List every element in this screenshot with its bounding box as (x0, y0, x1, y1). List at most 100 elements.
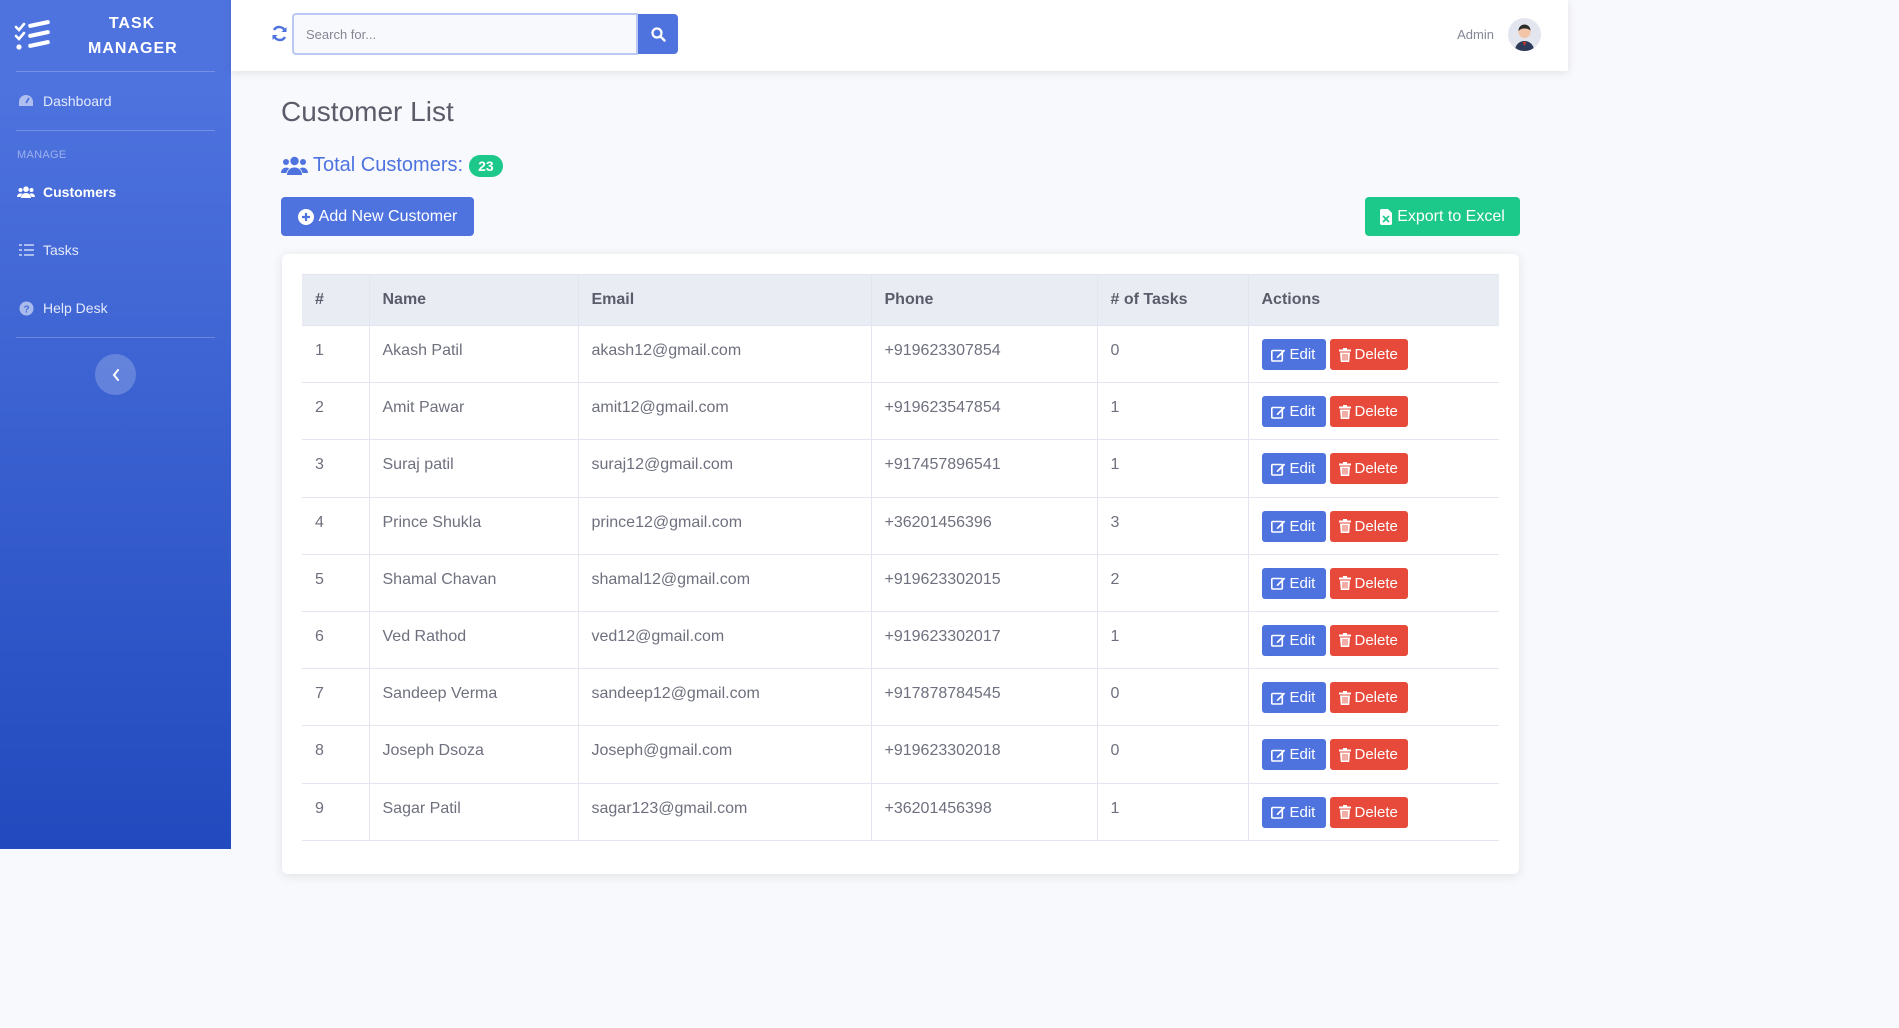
cell-actions: Edit Delete (1248, 554, 1499, 612)
edit-button[interactable]: Edit (1261, 739, 1326, 771)
cell-actions: Edit Delete (1248, 382, 1499, 441)
table-row: 1 Akash Patil akash12@gmail.com +9196233078… (302, 325, 1499, 384)
total-customers-label: Total Customers: (313, 154, 464, 176)
table-row: 5 Shamal Chavan shamal12@gmail.com +9196233… (302, 554, 1499, 612)
brand[interactable]: TASK MANAGER (0, 0, 231, 71)
delete-button[interactable]: Delete (1329, 339, 1408, 370)
edit-icon (1270, 463, 1285, 476)
edit-icon (1270, 692, 1285, 705)
sidebar-item-customers[interactable]: Customers (0, 163, 231, 221)
edit-button[interactable]: Edit (1261, 510, 1326, 542)
delete-label: Delete (1354, 631, 1398, 649)
file-excel-icon (1380, 208, 1393, 225)
sidebar-toggle-button[interactable] (95, 354, 136, 395)
sidebar-item-label: Customers (43, 184, 117, 200)
edit-icon (1270, 349, 1285, 362)
delete-label: Delete (1354, 803, 1398, 821)
cell-phone: +919623302018 (871, 725, 1098, 784)
cell-email: sagar123@gmail.com (578, 783, 872, 841)
trash-icon (1338, 461, 1351, 476)
cell-tasks: 1 (1097, 611, 1249, 670)
column-header-email[interactable]: Email (578, 274, 872, 326)
cell-actions: Edit Delete (1248, 497, 1499, 555)
users-icon (17, 184, 35, 200)
cell-number: 6 (302, 611, 370, 670)
trash-icon (1338, 747, 1351, 762)
cell-name: Ved Rathod (369, 611, 579, 670)
sidebar-item-dashboard[interactable]: Dashboard (0, 72, 231, 130)
plus-circle-icon (297, 208, 314, 225)
cell-tasks: 1 (1097, 382, 1249, 441)
delete-button[interactable]: Delete (1329, 510, 1408, 542)
table-row: 7 Sandeep Verma sandeep12@gmail.com +917878… (302, 668, 1499, 727)
total-customers: Total Customers: 23 (281, 154, 503, 177)
delete-button[interactable]: Delete (1329, 567, 1408, 599)
sidebar-item-help-desk[interactable]: ? Help Desk (0, 279, 231, 337)
cell-actions: Edit Delete (1248, 611, 1499, 670)
column-header-phone[interactable]: Phone (871, 274, 1098, 326)
export-excel-button[interactable]: Export to Excel (1365, 197, 1520, 236)
task-list-logo-icon (14, 19, 50, 50)
delete-button[interactable]: Delete (1329, 739, 1408, 771)
edit-icon (1270, 749, 1285, 762)
edit-icon (1270, 520, 1285, 533)
sidebar-item-tasks[interactable]: Tasks (0, 221, 231, 279)
delete-button[interactable]: Delete (1329, 624, 1408, 656)
svg-text:?: ? (23, 304, 29, 315)
edit-button[interactable]: Edit (1261, 396, 1326, 428)
total-customers-badge: 23 (469, 154, 503, 177)
sidebar-item-label: Help Desk (43, 300, 108, 316)
column-header-tasks[interactable]: # of Tasks (1097, 274, 1249, 326)
trash-icon (1338, 519, 1351, 534)
brand-line-2: MANAGER (88, 39, 178, 57)
sidebar-section-heading: MANAGE (17, 149, 67, 161)
edit-label: Edit (1289, 803, 1316, 821)
cell-email: amit12@gmail.com (578, 382, 872, 441)
cell-name: Shamal Chavan (369, 554, 579, 612)
edit-button[interactable]: Edit (1261, 682, 1326, 714)
delete-button[interactable]: Delete (1329, 396, 1408, 428)
cell-tasks: 1 (1097, 439, 1249, 498)
add-customer-button[interactable]: Add New Customer (281, 197, 474, 236)
users-icon (281, 156, 308, 175)
sidebar-item-label: Tasks (43, 242, 79, 258)
edit-label: Edit (1289, 403, 1316, 421)
cell-email: shamal12@gmail.com (578, 554, 872, 612)
edit-button[interactable]: Edit (1261, 624, 1326, 656)
delete-button[interactable]: Delete (1329, 453, 1408, 485)
sidebar-divider (16, 337, 215, 338)
search-input[interactable] (292, 13, 638, 55)
table-row: 3 Suraj patil suraj12@gmail.com +9174578965… (302, 439, 1499, 498)
cell-phone: +917457896541 (871, 439, 1098, 498)
edit-label: Edit (1289, 517, 1316, 535)
edit-label: Edit (1289, 574, 1316, 592)
edit-button[interactable]: Edit (1261, 339, 1326, 370)
cell-name: Sagar Patil (369, 783, 579, 841)
cell-actions: Edit Delete (1248, 725, 1499, 784)
sidebar: TASK MANAGER Dashboard MANAGE Customers … (0, 0, 231, 849)
delete-label: Delete (1354, 574, 1398, 592)
user-menu[interactable]: Admin (1457, 18, 1541, 51)
cell-phone: +36201456398 (871, 783, 1098, 841)
search-button[interactable] (638, 14, 678, 54)
cell-email: Joseph@gmail.com (578, 725, 872, 784)
cell-actions: Edit Delete (1248, 668, 1499, 727)
table-row: 2 Amit Pawar amit12@gmail.com +919623547854… (302, 382, 1499, 441)
sidebar-item-label: Dashboard (43, 93, 112, 109)
column-header-number[interactable]: # (302, 274, 370, 326)
edit-button[interactable]: Edit (1261, 796, 1326, 828)
trash-icon (1338, 805, 1351, 819)
edit-button[interactable]: Edit (1261, 567, 1326, 599)
delete-button[interactable]: Delete (1329, 796, 1408, 828)
column-header-name[interactable]: Name (369, 274, 579, 326)
refresh-icon[interactable] (271, 25, 288, 42)
table-row: 6 Ved Rathod ved12@gmail.com +919623302017 1… (302, 611, 1499, 670)
cell-number: 3 (302, 439, 370, 498)
cell-phone: +919623302017 (871, 611, 1098, 670)
brand-name: TASK MANAGER (88, 11, 178, 61)
trash-icon (1338, 633, 1351, 648)
topbar: Admin (231, 0, 1568, 71)
delete-button[interactable]: Delete (1329, 682, 1408, 714)
edit-button[interactable]: Edit (1261, 453, 1326, 485)
cell-tasks: 2 (1097, 554, 1249, 612)
